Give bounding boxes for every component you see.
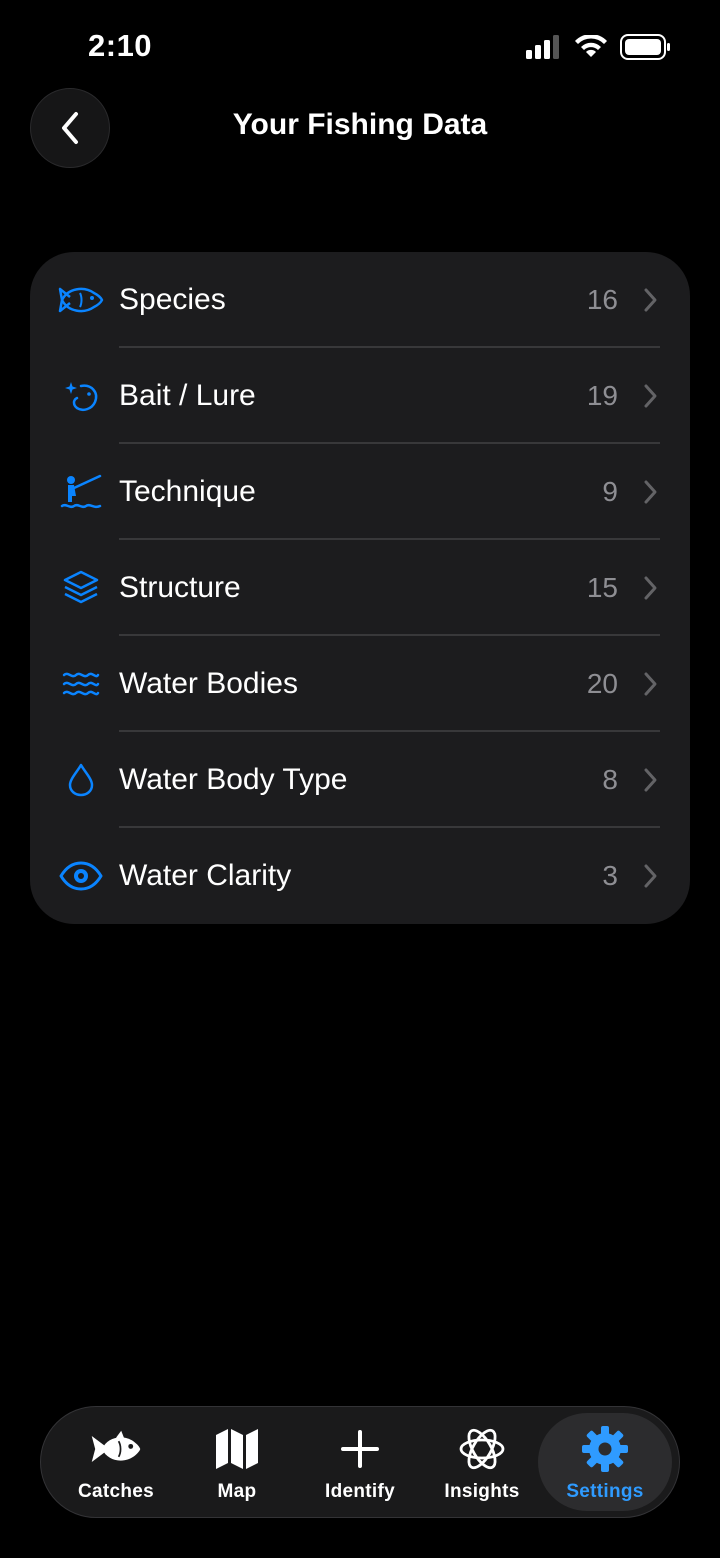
- list-item-label: Water Body Type: [119, 763, 348, 796]
- fish-icon: [58, 277, 104, 323]
- list-item-count: 15: [586, 572, 618, 603]
- list-item-water-body-type[interactable]: Water Body Type 8: [30, 732, 690, 828]
- list-item-species[interactable]: Species 16: [30, 252, 690, 348]
- fish-icon: [90, 1425, 142, 1473]
- list-item-label: Water Bodies: [119, 667, 298, 700]
- list-item-water-bodies[interactable]: Water Bodies 20: [30, 636, 690, 732]
- chevron-right-icon: [644, 864, 657, 888]
- list-item-label: Bait / Lure: [119, 379, 256, 412]
- fisherman-icon: [58, 469, 104, 515]
- chevron-right-icon: [644, 480, 657, 504]
- tab-catches[interactable]: Catches: [49, 1413, 183, 1511]
- page-title: Your Fishing Data: [232, 108, 488, 141]
- tab-label: Insights: [444, 1481, 520, 1502]
- status-bar: 2:10: [0, 0, 720, 90]
- status-time: 2:10: [88, 28, 153, 63]
- chevron-right-icon: [644, 576, 657, 600]
- gear-icon: [579, 1425, 631, 1473]
- list-item-bait-lure[interactable]: Bait / Lure 19: [30, 348, 690, 444]
- bait-lure-icon: [58, 373, 104, 419]
- tab-label: Map: [217, 1481, 257, 1502]
- chevron-right-icon: [644, 672, 657, 696]
- list-item-count: 8: [602, 764, 618, 795]
- tab-label: Identify: [325, 1481, 395, 1502]
- list-item-label: Technique: [119, 475, 256, 508]
- chevron-right-icon: [644, 768, 657, 792]
- list-item-structure[interactable]: Structure 15: [30, 540, 690, 636]
- chevron-right-icon: [644, 384, 657, 408]
- tab-settings[interactable]: Settings: [538, 1413, 672, 1511]
- list-item-count: 16: [586, 284, 618, 315]
- list-item-technique[interactable]: Technique 9: [30, 444, 690, 540]
- layers-icon: [58, 565, 104, 611]
- tab-label: Catches: [77, 1481, 155, 1502]
- water-drop-icon: [58, 757, 104, 803]
- battery-icon: [620, 34, 670, 60]
- tab-insights[interactable]: Insights: [415, 1413, 549, 1511]
- list-item-count: 9: [602, 476, 618, 507]
- list-item-count: 19: [586, 380, 618, 411]
- list-item-label: Species: [119, 283, 226, 316]
- atom-icon: [456, 1425, 508, 1473]
- eye-icon: [58, 853, 104, 899]
- tab-identify[interactable]: Identify: [293, 1413, 427, 1511]
- status-icons: [526, 34, 672, 60]
- fishing-data-list: Species 16 Bait / Lure 19 Technique 9 St…: [30, 252, 690, 924]
- tab-label: Settings: [566, 1481, 644, 1502]
- tab-bar: Catches Map Identify Insights Settings: [40, 1406, 680, 1518]
- wifi-icon: [575, 35, 607, 57]
- list-item-water-clarity[interactable]: Water Clarity 3: [30, 828, 690, 924]
- list-item-count: 20: [586, 668, 618, 699]
- list-item-label: Water Clarity: [119, 859, 292, 892]
- tab-map[interactable]: Map: [170, 1413, 304, 1511]
- list-item-count: 3: [602, 860, 618, 891]
- chevron-right-icon: [644, 288, 657, 312]
- list-item-label: Structure: [119, 571, 241, 604]
- map-icon: [211, 1425, 263, 1473]
- cellular-signal-icon: [526, 35, 559, 59]
- water-waves-icon: [58, 661, 104, 707]
- plus-icon: [334, 1425, 386, 1473]
